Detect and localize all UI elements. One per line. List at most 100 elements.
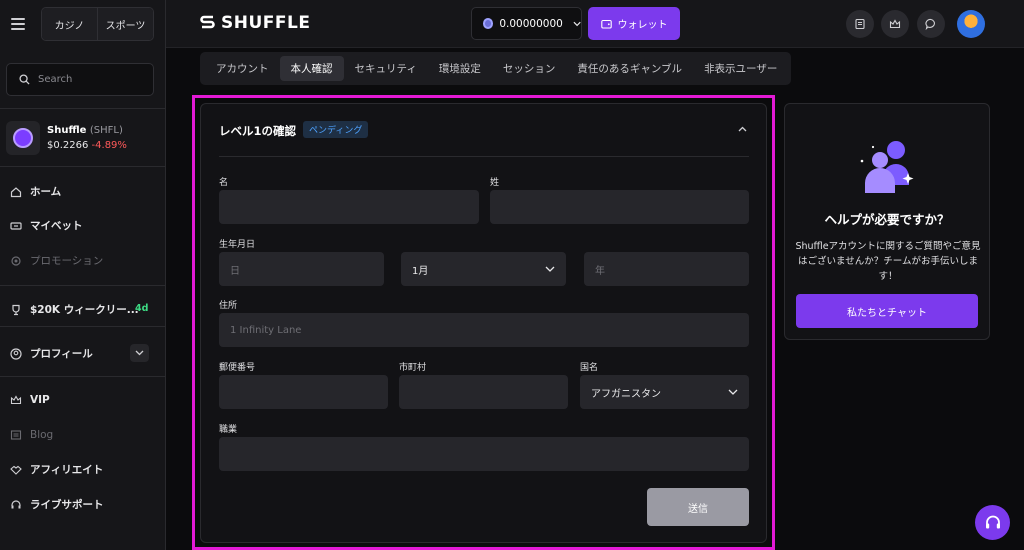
headset-icon (10, 499, 22, 511)
home-icon (10, 186, 22, 198)
shuffle-logo[interactable]: SHUFFLE (200, 13, 310, 33)
first-name-input[interactable] (219, 190, 479, 224)
sidebar-item-affiliate[interactable]: アフィリエイト (10, 462, 103, 477)
sidebar-item-label: ホーム (30, 186, 62, 198)
year-input[interactable]: 年 (584, 252, 749, 286)
tab-responsible-gambling[interactable]: 責任のあるギャンブル (566, 56, 693, 81)
divider (0, 108, 166, 109)
chat-button[interactable] (917, 10, 945, 38)
user-icon (10, 347, 22, 360)
status-badge: ペンディング (303, 121, 369, 138)
sidebar-item-label: ライブサポート (30, 499, 104, 511)
logo-text: SHUFFLE (221, 13, 311, 33)
token-symbol: (SHFL) (89, 125, 123, 136)
sports-tab[interactable]: スポーツ (97, 8, 153, 40)
tab-preferences[interactable]: 環境設定 (428, 56, 492, 81)
document-icon (855, 18, 865, 30)
menu-icon[interactable] (11, 18, 25, 30)
occupation-input[interactable] (219, 437, 749, 471)
live-support-button[interactable] (975, 505, 1010, 540)
help-body: Shuffleアカウントに関するご質問やご意見はございませんか？チームがお手伝い… (795, 241, 981, 282)
occupation-label: 職業 (219, 425, 238, 435)
sidebar-item-label: VIP (30, 394, 50, 406)
first-name-label: 名 (219, 178, 229, 188)
chevron-down-icon[interactable] (130, 344, 149, 362)
token-price: $0.2266 (47, 140, 89, 151)
chat-with-us-button[interactable]: 私たちとチャット (796, 294, 978, 328)
last-name-label: 姓 (490, 178, 500, 188)
help-card: ヘルプが必要ですか？ Shuffleアカウントに関するご質問やご意見はございませ… (784, 103, 990, 340)
dob-label: 生年月日 (219, 240, 256, 250)
vip-button[interactable] (881, 10, 909, 38)
day-input[interactable]: 日 (219, 252, 384, 286)
chevron-down-icon (545, 266, 555, 272)
postal-code-label: 郵便番号 (219, 363, 256, 373)
chevron-down-icon (573, 21, 581, 26)
country-value: アフガニスタン (591, 388, 661, 400)
card-title: レベル1の確認 (219, 124, 297, 138)
avatar[interactable] (957, 10, 985, 38)
sidebar-item-label: $20K ウィークリー... (30, 304, 139, 316)
crown-icon (889, 19, 901, 29)
token-ticker[interactable]: Shuffle (SHFL) $0.2266 -4.89% (6, 121, 127, 155)
tab-hidden-users[interactable]: 非表示ユーザー (693, 56, 788, 81)
people-icon (860, 141, 914, 193)
chat-bubble-icon (925, 18, 935, 30)
blog-icon (10, 429, 22, 441)
tab-verification[interactable]: 本人確認 (279, 56, 344, 81)
search-placeholder: Search (38, 74, 73, 85)
search-input[interactable]: Search (6, 63, 154, 96)
sidebar-item-mybets[interactable]: マイベット (10, 218, 83, 233)
wallet-label: ウォレット (617, 20, 668, 31)
gear-icon (10, 255, 22, 267)
sidebar-item-label: Blog (30, 429, 54, 441)
time-left-badge: 4d (135, 303, 149, 314)
sidebar-item-label: アフィリエイト (30, 464, 104, 476)
verification-card: レベル1の確認 ペンディング 名 姓 生年月日 日 1月 年 住所 1 Infi… (200, 103, 767, 543)
city-label: 市町村 (399, 363, 427, 373)
wallet-button[interactable]: ウォレット (588, 7, 680, 40)
token-name: Shuffle (47, 125, 87, 136)
divider (0, 166, 166, 167)
crown-icon (10, 394, 22, 406)
search-icon (19, 74, 30, 85)
month-select[interactable]: 1月 (401, 252, 566, 286)
balance-amount: 0.00000000 (499, 17, 563, 30)
chevron-down-icon (728, 389, 738, 395)
sidebar-item-home[interactable]: ホーム (10, 184, 61, 199)
casino-tab[interactable]: カジノ (42, 8, 97, 40)
sidebar-item-vip[interactable]: VIP (10, 394, 50, 406)
shfl-logo-icon (6, 121, 40, 155)
top-header: SHUFFLE 0.00000000 ウォレット (166, 0, 1024, 48)
token-change: -4.89% (91, 140, 127, 151)
balance-selector[interactable]: 0.00000000 (471, 7, 582, 40)
tab-security[interactable]: セキュリティ (344, 56, 428, 81)
tab-account[interactable]: アカウント (205, 56, 280, 81)
wallet-icon (600, 19, 612, 29)
sidebar-item-label: マイベット (30, 220, 83, 232)
headset-icon (985, 515, 1000, 528)
coin-icon (483, 18, 494, 29)
tab-sessions[interactable]: セッション (492, 56, 567, 81)
sidebar-item-weekly-race[interactable]: $20K ウィークリー... (10, 302, 139, 317)
sidebar-item-live-support[interactable]: ライブサポート (10, 497, 104, 512)
sidebar-item-profile[interactable]: プロフィール (10, 346, 93, 361)
postal-code-input[interactable] (219, 375, 388, 409)
divider (0, 376, 166, 377)
settings-tabs: アカウント 本人確認 セキュリティ 環境設定 セッション 責任のあるギャンブル … (200, 52, 791, 85)
handshake-icon (10, 464, 22, 476)
divider (0, 326, 166, 327)
country-label: 国名 (580, 363, 599, 373)
country-select[interactable]: アフガニスタン (580, 375, 749, 409)
casino-sports-toggle: カジノ スポーツ (41, 7, 154, 41)
sidebar-item-promotions[interactable]: プロモーション (10, 253, 103, 268)
address-input[interactable]: 1 Infinity Lane (219, 313, 749, 347)
last-name-input[interactable] (490, 190, 749, 224)
sidebar-item-blog[interactable]: Blog (10, 429, 53, 441)
chevron-up-icon[interactable] (738, 124, 747, 135)
bet-slip-button[interactable] (846, 10, 874, 38)
submit-button[interactable]: 送信 (647, 488, 749, 526)
city-input[interactable] (399, 375, 568, 409)
ticket-icon (10, 220, 22, 232)
month-value: 1月 (412, 265, 429, 277)
